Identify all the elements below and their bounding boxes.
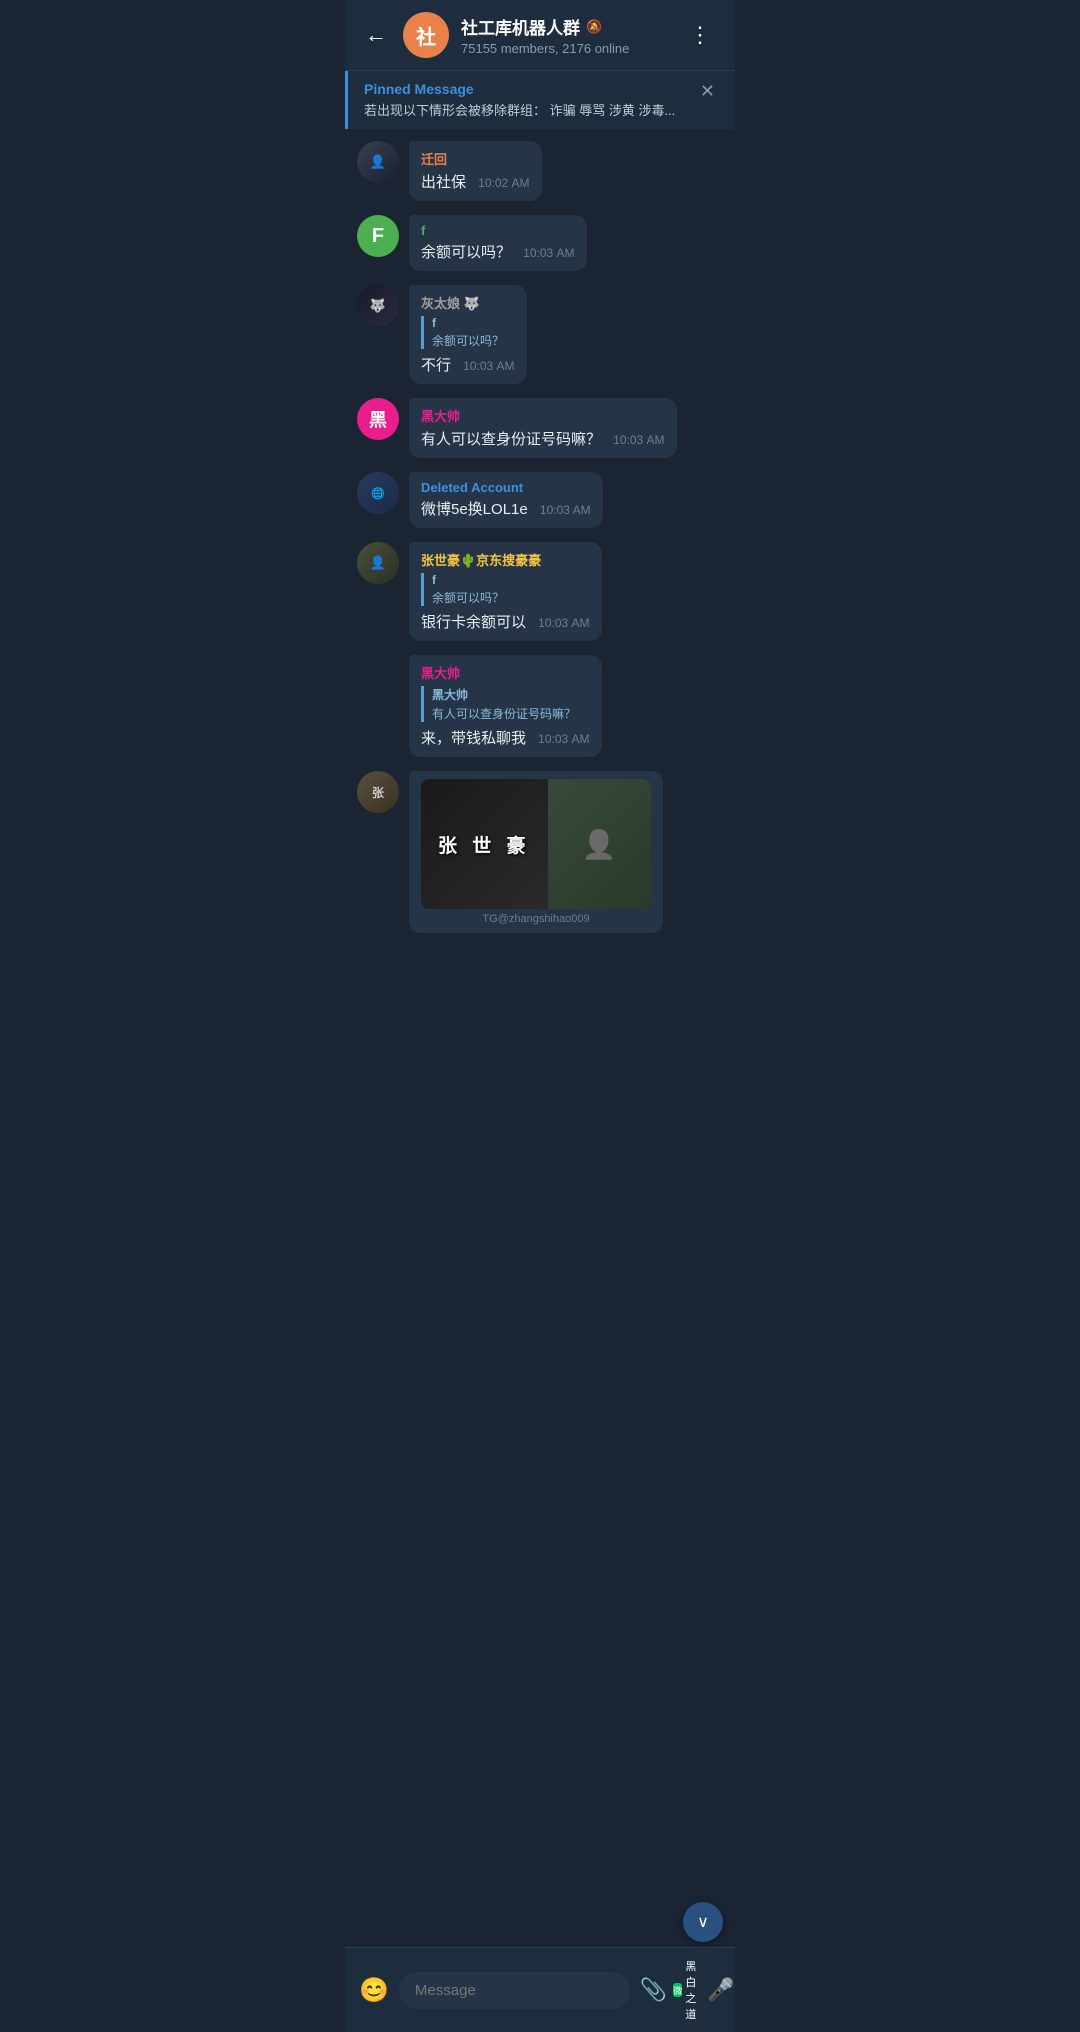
reply-text: 余额可以吗？ [432, 332, 515, 349]
message-bubble: 张世豪🌵京东搜豪豪 f 余额可以吗？ 银行卡余额可以 10:03 AM [409, 542, 602, 641]
message-text: 银行卡余额可以 10:03 AM [421, 612, 590, 633]
message-bubble: 黑大帅 有人可以查身份证号码嘛？ 10:03 AM [409, 398, 677, 458]
members-count: 75155 members, 2176 online [461, 41, 669, 56]
sticker-image: 张 世 豪 👤 [421, 779, 651, 909]
avatar [357, 655, 399, 697]
sticker-bubble: 张 世 豪 👤 TG@zhangshihao009 [409, 771, 663, 933]
table-row: 张 张 世 豪 👤 TG@zhangshihao009 [357, 771, 723, 933]
group-avatar: 社 [403, 12, 449, 58]
table-row: 🐺 灰太娘 🐺 f 余额可以吗？ 不行 10:03 AM [357, 285, 723, 384]
pinned-message-bar[interactable]: Pinned Message 若出现以下情形会被移除群组： 诈骗 辱骂 涉黄 涉… [345, 71, 735, 129]
message-bubble: 灰太娘 🐺 f 余额可以吗？ 不行 10:03 AM [409, 285, 527, 384]
avatar: 🌐 [357, 472, 399, 514]
sender-name: 灰太娘 🐺 [421, 293, 515, 312]
message-text: 有人可以查身份证号码嘛？ 10:03 AM [421, 429, 665, 450]
back-button[interactable]: ← [361, 18, 391, 52]
sticker-caption: TG@zhangshihao009 [421, 913, 651, 925]
reply-text: 有人可以查身份证号码嘛？ [432, 705, 590, 722]
message-input-bar: 😊 📎 微 黑白之道 🎤 [345, 1947, 735, 2032]
watermark-text: 黑白之道 [685, 1958, 701, 2022]
reply-quote: 黑大帅 有人可以查身份证号码嘛？ [421, 686, 590, 722]
avatar: 张 [357, 771, 399, 813]
avatar: F [357, 215, 399, 257]
reply-text: 余额可以吗？ [432, 589, 590, 606]
watermark-icon: 微 [673, 1983, 682, 1997]
message-time: 10:03 AM [613, 433, 664, 447]
header-info: 社工库机器人群 🔕 75155 members, 2176 online [461, 14, 669, 56]
message-time: 10:03 AM [538, 732, 589, 746]
sticker-text: 张 世 豪 [438, 831, 531, 858]
message-input[interactable] [399, 1972, 630, 2009]
chat-area: 👤 迁回 出社保 10:02 AM F f 余额可以吗？ 10:03 AM 🐺 … [345, 133, 735, 1013]
pinned-text: 若出现以下情形会被移除群组： 诈骗 辱骂 涉黄 涉毒... [364, 100, 675, 119]
avatar: 👤 [357, 542, 399, 584]
avatar: 👤 [357, 141, 399, 183]
table-row: 🌐 Deleted Account 微博5e换LOL1e 10:03 AM [357, 472, 723, 528]
message-bubble: Deleted Account 微博5e换LOL1e 10:03 AM [409, 472, 603, 528]
table-row: 黑 黑大帅 有人可以查身份证号码嘛？ 10:03 AM [357, 398, 723, 458]
chat-header: ← 社 社工库机器人群 🔕 75155 members, 2176 online… [345, 0, 735, 71]
message-bubble: 迁回 出社保 10:02 AM [409, 141, 542, 201]
pinned-close-button[interactable]: ✕ [696, 81, 719, 102]
attach-button[interactable]: 📎 [640, 1977, 667, 2003]
pinned-content: Pinned Message 若出现以下情形会被移除群组： 诈骗 辱骂 涉黄 涉… [364, 81, 675, 119]
message-text: 出社保 10:02 AM [421, 172, 530, 193]
sender-name: 迁回 [421, 149, 530, 168]
reply-sender: f [432, 316, 515, 330]
table-row: 👤 迁回 出社保 10:02 AM [357, 141, 723, 201]
sender-name: 黑大帅 [421, 406, 665, 425]
table-row: F f 余额可以吗？ 10:03 AM [357, 215, 723, 271]
avatar: 黑 [357, 398, 399, 440]
message-time: 10:03 AM [538, 616, 589, 630]
reply-quote: f 余额可以吗？ [421, 573, 590, 606]
watermark: 微 黑白之道 [673, 1958, 701, 2022]
message-time: 10:03 AM [463, 359, 514, 373]
message-time: 10:03 AM [540, 503, 591, 517]
reply-quote: f 余额可以吗？ [421, 316, 515, 349]
table-row: 👤 张世豪🌵京东搜豪豪 f 余额可以吗？ 银行卡余额可以 10:03 AM [357, 542, 723, 641]
pinned-title: Pinned Message [364, 81, 675, 97]
message-text: 余额可以吗？ 10:03 AM [421, 242, 575, 263]
message-bubble: f 余额可以吗？ 10:03 AM [409, 215, 587, 271]
avatar: 🐺 [357, 285, 399, 327]
emoji-button[interactable]: 😊 [359, 1976, 389, 2005]
sender-name: f [421, 223, 575, 238]
reply-sender: 黑大帅 [432, 686, 590, 703]
reply-sender: f [432, 573, 590, 587]
message-time: 10:03 AM [523, 246, 574, 260]
group-name: 社工库机器人群 🔕 [461, 14, 669, 39]
mute-icon: 🔕 [586, 19, 602, 35]
message-text: 微博5e换LOL1e 10:03 AM [421, 499, 591, 520]
message-text: 不行 10:03 AM [421, 355, 515, 376]
sender-name: 张世豪🌵京东搜豪豪 [421, 550, 590, 569]
table-row: 黑大帅 黑大帅 有人可以查身份证号码嘛？ 来，带钱私聊我 10:03 AM [357, 655, 723, 757]
message-time: 10:02 AM [478, 176, 529, 190]
scroll-down-button[interactable]: ∨ [683, 1902, 723, 1942]
sender-name: Deleted Account [421, 480, 591, 495]
more-button[interactable]: ⋮ [681, 18, 719, 52]
message-bubble: 黑大帅 黑大帅 有人可以查身份证号码嘛？ 来，带钱私聊我 10:03 AM [409, 655, 602, 757]
message-text: 来，带钱私聊我 10:03 AM [421, 728, 590, 749]
mic-button[interactable]: 🎤 [707, 1977, 734, 2003]
sender-name: 黑大帅 [421, 663, 590, 682]
